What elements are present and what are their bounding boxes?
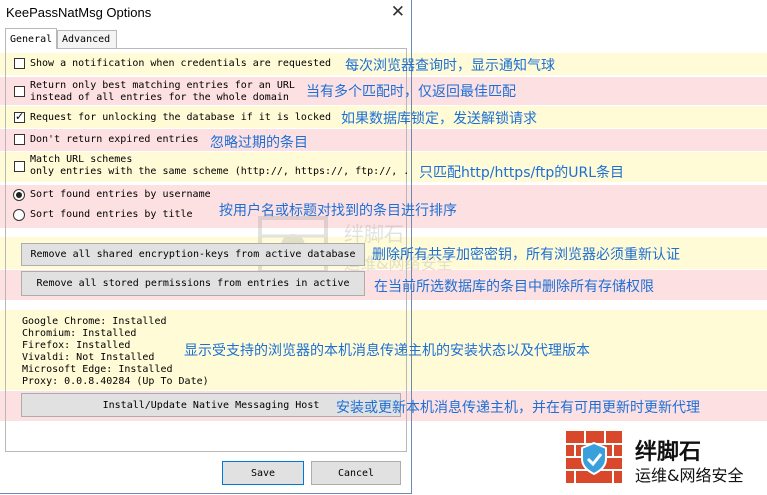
tab-advanced[interactable]: Advanced — [57, 30, 117, 49]
sort-username-radio[interactable] — [13, 189, 25, 201]
request-unlock-label: Request for unlocking the database if it… — [30, 112, 332, 123]
best-matching-label-line1: Return only best matching entries for an… — [30, 80, 295, 91]
match-scheme-checkbox[interactable] — [14, 161, 25, 172]
status-line: Firefox: Installed — [22, 340, 131, 351]
annotation-request-unlock: 如果数据库锁定，发送解锁请求 — [341, 111, 537, 127]
annotation-status: 显示受支持的浏览器的本机消息传递主机的安装状态以及代理版本 — [184, 343, 590, 359]
remove-permissions-button[interactable]: Remove all stored permissions from entri… — [21, 271, 365, 296]
annotation-install-host: 安装或更新本机消息传递主机，并在有可用更新时更新代理 — [336, 400, 700, 416]
annotation-sort: 按用户名或标题对找到的条目进行排序 — [219, 203, 457, 219]
status-line: Vivaldi: Not Installed — [22, 352, 155, 363]
show-notification-label: Show a notification when credentials are… — [30, 58, 332, 69]
sort-title-radio[interactable] — [13, 209, 25, 221]
remove-keys-button[interactable]: Remove all shared encryption-keys from a… — [21, 243, 365, 266]
status-line: Microsoft Edge: Installed — [22, 364, 173, 375]
sort-title-label: Sort found entries by title — [30, 209, 193, 220]
show-notification-checkbox[interactable] — [14, 58, 25, 69]
no-expired-label: Don't return expired entries — [30, 134, 199, 145]
match-scheme-label-line1: Match URL schemes — [30, 154, 133, 165]
annotation-show-notification: 每次浏览器查询时，显示通知气球 — [345, 58, 555, 74]
save-button[interactable]: Save — [222, 461, 304, 485]
cancel-button[interactable]: Cancel — [311, 461, 401, 485]
status-line: Google Chrome: Installed — [22, 316, 167, 327]
title-bar: KeePassNatMsg Options ✕ — [0, 0, 411, 26]
annotation-match-scheme: 只匹配http/https/ftp的URL条目 — [419, 165, 625, 181]
no-expired-checkbox[interactable] — [14, 134, 25, 145]
window-title: KeePassNatMsg Options — [6, 5, 152, 20]
annotation-remove-permissions: 在当前所选数据库的条目中删除所有存储权限 — [374, 279, 654, 295]
logo-subtitle: 运维&网络安全 — [635, 466, 744, 485]
host-status-list: Google Chrome: Installed Chromium: Insta… — [22, 316, 209, 388]
tab-general[interactable]: General — [5, 28, 57, 49]
match-scheme-label-line2: only entries with the same scheme (http:… — [30, 166, 410, 177]
annotation-best-matching: 当有多个匹配时，仅返回最佳匹配 — [306, 84, 516, 100]
annotation-remove-keys: 删除所有共享加密密钥，所有浏览器必须重新认证 — [372, 247, 680, 263]
request-unlock-checkbox[interactable] — [14, 110, 25, 123]
status-line: Proxy: 0.0.8.40284 (Up To Date) — [22, 376, 209, 387]
status-line: Chromium: Installed — [22, 328, 137, 339]
sort-username-label: Sort found entries by username — [30, 189, 211, 200]
annotation-no-expired: 忽略过期的条目 — [210, 135, 308, 151]
close-icon[interactable]: ✕ — [391, 3, 405, 21]
brand-logo: 绊脚石 运维&网络安全 — [565, 430, 765, 486]
best-matching-label-line2: instead of all entries for the whole dom… — [30, 92, 289, 103]
brick-shield-icon — [566, 431, 622, 483]
best-matching-checkbox[interactable] — [14, 86, 25, 97]
